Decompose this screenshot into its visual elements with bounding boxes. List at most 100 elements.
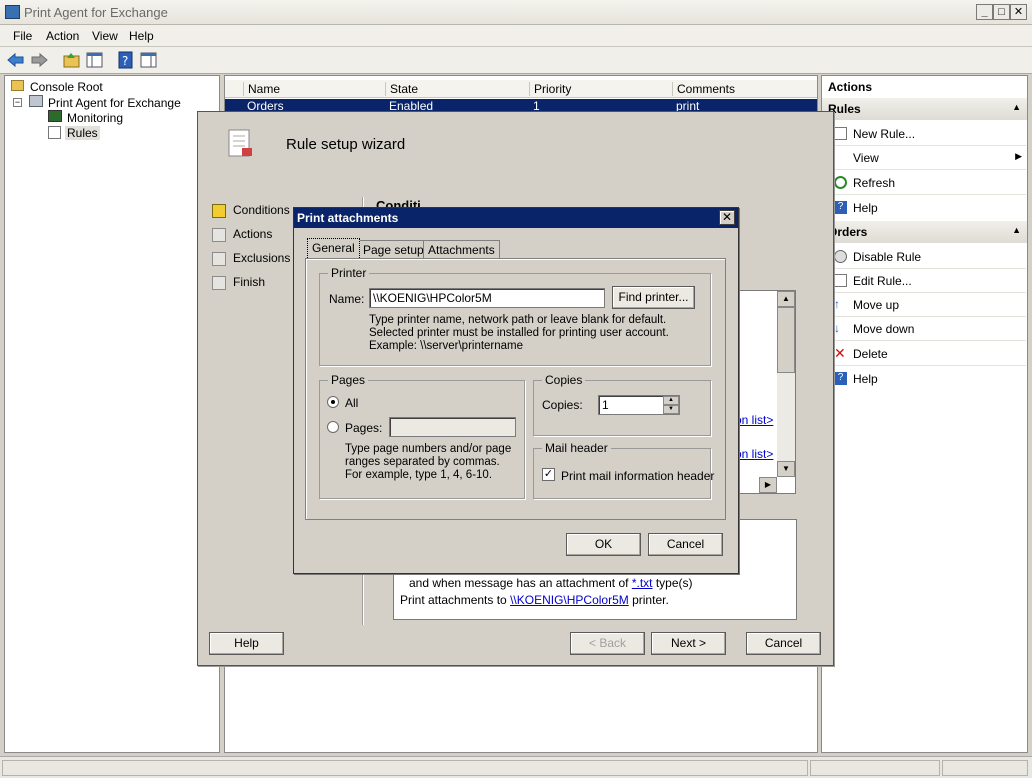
copies-label: Copies: [542, 398, 583, 412]
action-pane-icon[interactable] [139, 51, 158, 69]
scroll-thumb[interactable] [777, 307, 795, 373]
action-label: Help [853, 201, 878, 215]
action-label: Edit Rule... [853, 274, 912, 288]
help-line: Example: \\server\printername [369, 340, 524, 352]
rules-section-header[interactable]: Rules ▲ [822, 98, 1027, 120]
refresh-icon [834, 176, 847, 189]
tree-node-rules[interactable]: Rules [65, 126, 100, 140]
col-state[interactable]: State [385, 82, 527, 96]
help-book-icon[interactable]: ? [116, 51, 135, 69]
find-printer-button[interactable]: Find printer... [612, 286, 695, 309]
tab-attachments[interactable]: Attachments [423, 240, 500, 258]
col-priority[interactable]: Priority [529, 82, 671, 96]
general-tab-panel: Printer Name: \\KOENIG\HPColor5M Find pr… [305, 258, 726, 520]
tree-node-monitoring[interactable]: Monitoring [67, 111, 123, 125]
minimize-button[interactable]: _ [976, 4, 993, 20]
show-hide-tree-icon[interactable] [85, 51, 104, 69]
action-move-down[interactable]: ↓ Move down [830, 317, 1026, 341]
action-help-rules[interactable]: ? Help [830, 196, 1026, 220]
mail-header-checkbox[interactable]: ✓ [542, 468, 555, 481]
action-delete[interactable]: ✕ Delete [830, 342, 1026, 366]
action-disable-rule[interactable]: Disable Rule [830, 245, 1026, 269]
arrow-down-icon: ↓ [834, 321, 840, 335]
list-header: Name State Priority Comments [225, 80, 817, 98]
action-label: Move down [853, 322, 915, 336]
help-icon: ? [834, 372, 847, 385]
back-button[interactable]: < Back [570, 632, 645, 655]
step-active-icon [212, 204, 226, 218]
page-range-radio[interactable] [327, 421, 339, 433]
close-icon[interactable]: ✕ [719, 210, 735, 225]
col-comments[interactable]: Comments [672, 82, 812, 96]
print-attachments-dialog: Print attachments ✕ General Page setup A… [293, 207, 739, 574]
action-refresh[interactable]: Refresh [830, 171, 1026, 195]
action-help-orders[interactable]: ? Help [830, 367, 1026, 391]
all-pages-radio[interactable] [327, 396, 339, 408]
spin-down-icon[interactable]: ▼ [663, 405, 679, 414]
console-tree: Console Root − Print Agent for Exchange … [4, 75, 220, 753]
action-label: Move up [853, 298, 900, 312]
action-edit-rule[interactable]: Edit Rule... [830, 269, 1026, 293]
next-button[interactable]: Next > [651, 632, 726, 655]
menu-file[interactable]: File [13, 29, 32, 43]
up-folder-icon[interactable] [62, 51, 81, 69]
scroll-up-icon[interactable]: ▲ [777, 291, 795, 307]
maximize-button[interactable]: □ [993, 4, 1010, 20]
spin-up-icon[interactable]: ▲ [663, 396, 679, 405]
conditions-link[interactable]: on list> [735, 413, 773, 427]
summary-text: type(s) [652, 576, 693, 590]
scroll-down-icon[interactable]: ▼ [777, 461, 795, 477]
actions-header: Actions [828, 80, 873, 94]
menu-bar: File Action View Help [0, 25, 1032, 47]
mail-header-group: Mail header ✓ Print mail information hea… [533, 441, 714, 499]
orders-section-header[interactable]: Orders ▲ [822, 221, 1027, 243]
folder-icon [11, 80, 24, 91]
close-window-button[interactable]: ✕ [1010, 4, 1027, 20]
back-arrow-icon[interactable] [6, 51, 25, 69]
forward-arrow-icon[interactable] [30, 51, 49, 69]
action-move-up[interactable]: ↑ Move up [830, 293, 1026, 317]
action-label: Refresh [853, 176, 896, 190]
attachment-type-link[interactable]: *.txt [632, 576, 653, 590]
tab-label: General [312, 241, 355, 255]
toolbar: ? [0, 47, 1032, 74]
collapse-up-icon[interactable]: ▲ [1012, 102, 1021, 112]
collapse-icon[interactable]: − [13, 98, 22, 107]
menu-action[interactable]: Action [46, 29, 79, 43]
vertical-scrollbar[interactable]: ▲ ▼ [777, 291, 795, 477]
group-label: Printer [328, 266, 370, 280]
action-label: Disable Rule [853, 250, 922, 264]
action-view[interactable]: View ▶ [830, 146, 1026, 170]
rules-icon [48, 126, 61, 139]
title-bar: Print Agent for Exchange _ □ ✕ [0, 0, 1032, 25]
dialog-title: Print attachments [297, 211, 399, 225]
help-line: ranges separated by commas. [345, 456, 500, 468]
scroll-right-icon[interactable]: ▶ [759, 477, 777, 493]
printer-link[interactable]: \\KOENIG\HPColor5M [510, 593, 629, 607]
tab-general[interactable]: General [307, 238, 360, 258]
menu-help[interactable]: Help [129, 29, 154, 43]
wizard-help-button[interactable]: Help [209, 632, 284, 655]
conditions-link[interactable]: on list> [735, 447, 773, 461]
tab-page-setup[interactable]: Page setup [358, 240, 429, 258]
dialog-cancel-button[interactable]: Cancel [648, 533, 723, 556]
ok-button[interactable]: OK [566, 533, 641, 556]
status-panel [810, 760, 940, 776]
wizard-cancel-button[interactable]: Cancel [746, 632, 821, 655]
new-rule-icon [834, 127, 847, 140]
step-pending-icon [212, 228, 226, 242]
step-pending-icon [212, 276, 226, 290]
status-bar [0, 756, 1032, 778]
tree-node-console-root[interactable]: Console Root [30, 80, 103, 94]
printer-name-input[interactable]: \\KOENIG\HPColor5M [369, 288, 605, 308]
action-label: New Rule... [853, 127, 916, 141]
group-label: Copies [542, 373, 586, 387]
page-range-input[interactable] [389, 417, 516, 437]
menu-view[interactable]: View [92, 29, 118, 43]
col-name[interactable]: Name [243, 82, 383, 96]
collapse-up-icon[interactable]: ▲ [1012, 225, 1021, 235]
delete-icon: ✕ [834, 345, 846, 361]
action-new-rule[interactable]: New Rule... [830, 122, 1026, 146]
tree-node-print-agent[interactable]: Print Agent for Exchange [48, 96, 181, 110]
svg-text:?: ? [122, 54, 128, 68]
